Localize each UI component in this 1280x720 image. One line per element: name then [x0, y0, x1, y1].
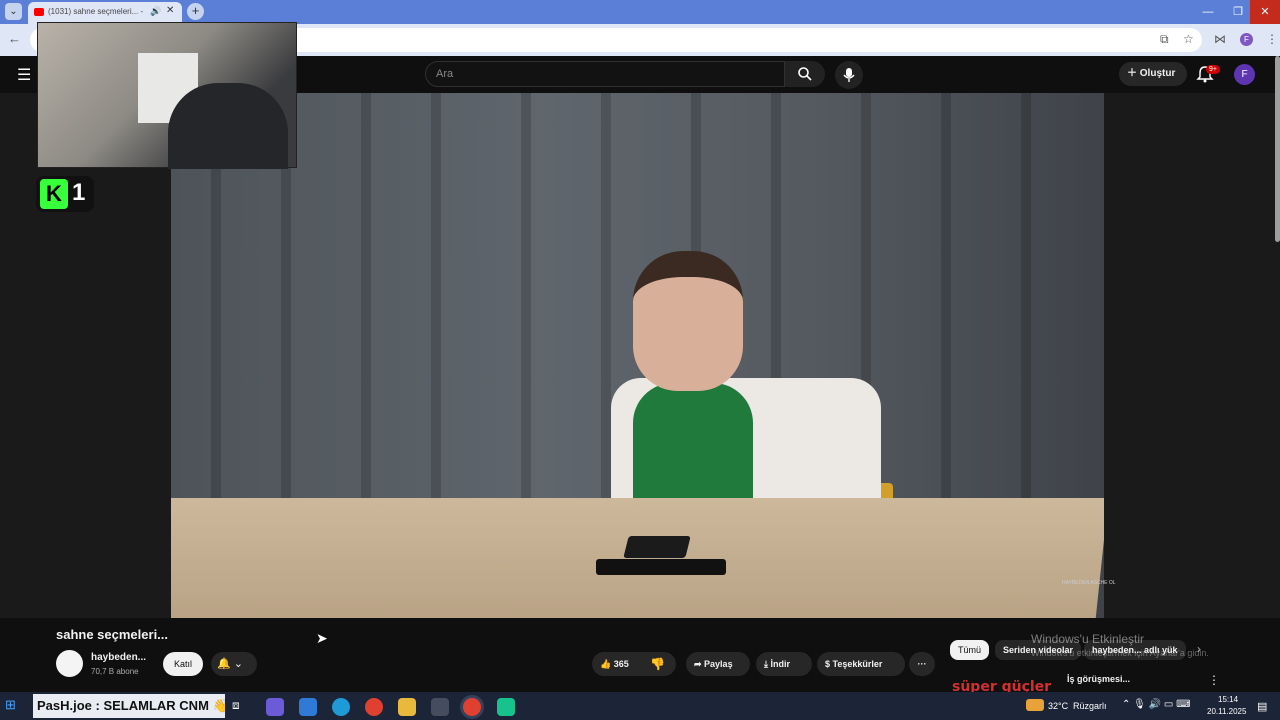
store-icon[interactable]: [431, 698, 449, 716]
webcam-overlay: [37, 22, 297, 169]
minimize-button[interactable]: —: [1193, 0, 1223, 24]
bookmark-star-icon[interactable]: ☆: [1183, 32, 1194, 46]
like-count: 365: [613, 659, 629, 669]
video-frame[interactable]: [171, 93, 1104, 618]
thanks-label: Teşekkürler: [832, 659, 883, 669]
plus-icon: ＋: [1127, 68, 1140, 79]
new-tab-button[interactable]: +: [187, 3, 204, 20]
extensions-icon[interactable]: ⋈: [1214, 32, 1226, 46]
search-icon: [798, 67, 812, 81]
notification-center-icon[interactable]: ▤: [1257, 700, 1267, 713]
mail-icon[interactable]: [299, 698, 317, 716]
create-button[interactable]: ＋ Oluştur: [1119, 62, 1187, 86]
subscription-bell-button[interactable]: 🔔 ⌄: [211, 652, 257, 676]
browser-profile-icon[interactable]: F: [1240, 33, 1253, 46]
filter-chip-all[interactable]: Tümü: [950, 640, 990, 660]
recommended-video-title[interactable]: İş görüşmesi...: [1067, 674, 1130, 684]
thumbs-up-icon: 👍: [600, 659, 614, 669]
remote-control: [596, 559, 726, 575]
mouse-cursor-icon: ➤: [316, 630, 328, 646]
create-label: Oluştur: [1139, 68, 1176, 79]
hamburger-menu-icon[interactable]: ☰: [17, 65, 31, 85]
download-button[interactable]: ⤓ İndir: [756, 652, 812, 676]
chrome-icon[interactable]: [365, 698, 383, 716]
clock-date[interactable]: 20.11.2025: [1207, 707, 1246, 716]
restore-button[interactable]: ❐: [1223, 0, 1253, 24]
dislike-button[interactable]: 👎: [650, 652, 665, 676]
page-scrollbar[interactable]: [1275, 56, 1280, 242]
windows-activation-title: Windows'u Etkinleştir: [1031, 632, 1144, 646]
edge-icon[interactable]: [332, 698, 350, 716]
weather-description[interactable]: Rüzgarlı: [1073, 701, 1107, 711]
browser-tab-strip: ⌄ (1031) sahne seçmeleri... - Yo 🔊 ✕ + —…: [0, 0, 1280, 24]
windows-start-icon[interactable]: ⊞: [5, 697, 23, 715]
cast-icon[interactable]: ⧉: [1160, 32, 1169, 47]
weather-icon[interactable]: [1026, 699, 1044, 711]
microphone-tray-icon[interactable]: 🎙: [1133, 699, 1146, 710]
copilot-icon[interactable]: [266, 698, 284, 716]
bell-icon: 🔔: [217, 658, 231, 670]
tab-search-button[interactable]: ⌄: [5, 3, 22, 20]
system-tray[interactable]: ⌃ 🎙 🔊 ▭ ⌨: [1122, 699, 1191, 710]
channel-avatar[interactable]: [56, 650, 83, 677]
join-button[interactable]: Katıl: [163, 652, 203, 676]
account-avatar[interactable]: F: [1234, 64, 1255, 85]
keyboard-icon[interactable]: ⌨: [1176, 699, 1190, 710]
back-arrow-icon[interactable]: ←: [8, 31, 21, 46]
notification-count-badge: 9+: [1206, 65, 1220, 74]
speaker-icon[interactable]: 🔊: [150, 6, 161, 17]
table: [171, 498, 1104, 618]
video-watermark: HAYBEDEN ASCHE OL: [1062, 580, 1116, 586]
windows-activation-subtitle: Windows'u etkinleştirmek için Ayarlar'a …: [1031, 648, 1209, 658]
window-close-button[interactable]: ✕: [1250, 0, 1280, 24]
more-actions-button[interactable]: ···: [909, 652, 935, 676]
person-head: [633, 251, 743, 391]
download-label: İndir: [770, 659, 790, 669]
share-button[interactable]: ➦ Paylaş: [686, 652, 750, 676]
youtube-favicon-icon: [34, 8, 44, 16]
weather-temperature[interactable]: 32°C: [1048, 701, 1068, 711]
chrome-active-icon[interactable]: [463, 698, 481, 716]
browser-tab-active[interactable]: (1031) sahne seçmeleri... - Yo 🔊 ✕: [28, 2, 182, 24]
k-logo-number: 1: [72, 179, 86, 206]
close-icon[interactable]: ✕: [166, 5, 174, 16]
channel-name[interactable]: haybeden...: [91, 652, 146, 663]
volume-icon[interactable]: 🔊: [1149, 699, 1161, 710]
chevron-up-icon[interactable]: ⌃: [1122, 699, 1130, 710]
share-label: Paylaş: [704, 659, 733, 669]
browser-menu-icon[interactable]: ⋮: [1266, 32, 1278, 46]
k-logo-letter: K: [40, 179, 68, 209]
search-input[interactable]: Ara: [425, 61, 785, 87]
app-icon[interactable]: [497, 698, 515, 716]
file-explorer-icon[interactable]: [398, 698, 416, 716]
stream-chat-message: PasH.joe : SELAMLAR CNM 👋: [33, 694, 225, 718]
network-icon[interactable]: ▭: [1164, 699, 1173, 710]
tab-title: (1031) sahne seçmeleri... - Yo: [48, 7, 144, 16]
webcam-person: [168, 83, 288, 169]
search-placeholder: Ara: [436, 68, 454, 80]
voice-search-button[interactable]: [835, 61, 863, 89]
k1-logo: K 1: [36, 176, 94, 212]
search-button[interactable]: [785, 61, 825, 87]
task-view-icon[interactable]: ⧈: [232, 698, 250, 716]
thumbs-down-icon: 👎: [650, 657, 665, 671]
video-player[interactable]: HAYBEDEN ASCHE OL: [0, 93, 1280, 618]
share-arrow-icon: ➦: [694, 659, 705, 669]
chevron-down-icon: ⌄: [233, 658, 243, 670]
clock-time[interactable]: 15:14: [1218, 695, 1238, 704]
subscriber-count: 70,7 B abone: [91, 667, 139, 676]
phone: [623, 536, 691, 558]
more-vertical-icon[interactable]: ⋮: [1208, 673, 1220, 687]
microphone-icon: [843, 68, 855, 82]
video-title: sahne seçmeleri...: [56, 627, 169, 642]
thanks-button[interactable]: $ Teşekkürler: [817, 652, 905, 676]
thanks-icon: $: [825, 659, 833, 669]
